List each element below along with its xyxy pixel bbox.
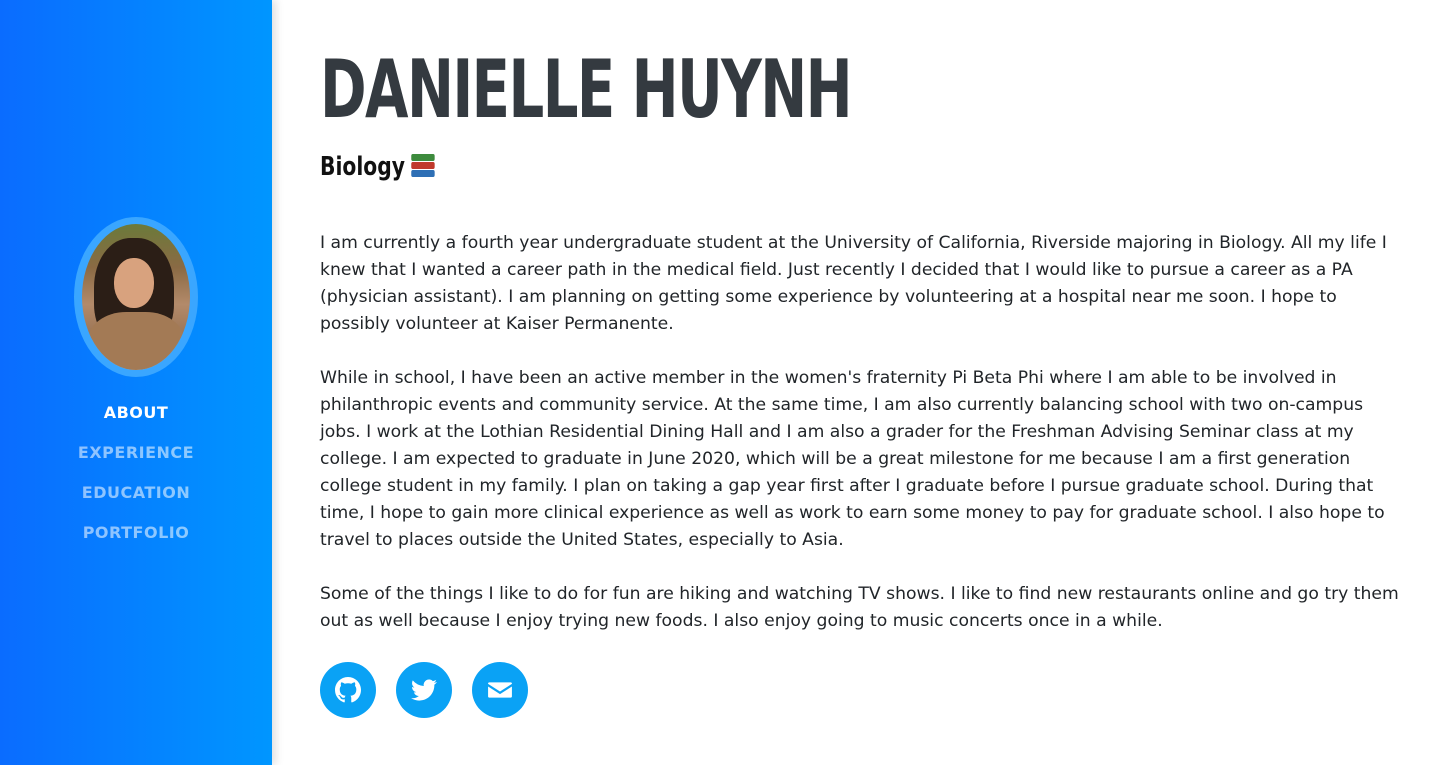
bio-paragraph: While in school, I have been an active m… [320, 368, 1385, 550]
twitter-icon [411, 679, 437, 701]
page-title: DANIELLE HUYNH [320, 43, 853, 136]
avatar [82, 224, 190, 370]
books-icon [410, 152, 437, 182]
subtitle: Biology [320, 152, 1162, 182]
social-links [320, 662, 1400, 718]
github-icon [335, 677, 361, 703]
github-button[interactable] [320, 662, 376, 718]
about-section: DANIELLE HUYNH Biology I am currently a … [320, 40, 1400, 718]
nav-item-education[interactable]: EDUCATION [0, 480, 272, 520]
nav-item-portfolio[interactable]: PORTFOLIO [0, 520, 272, 560]
bio: I am currently a fourth year undergradua… [320, 230, 1400, 635]
sidebar: ABOUT EXPERIENCE EDUCATION PORTFOLIO [0, 0, 272, 765]
envelope-icon [488, 682, 512, 698]
nav-item-experience[interactable]: EXPERIENCE [0, 440, 272, 480]
sidebar-nav: ABOUT EXPERIENCE EDUCATION PORTFOLIO [0, 400, 272, 560]
subtitle-text: Biology [320, 152, 405, 182]
avatar-frame [74, 217, 198, 377]
bio-paragraph: I am currently a fourth year undergradua… [320, 233, 1387, 334]
bio-paragraph: Some of the things I like to do for fun … [320, 584, 1399, 631]
email-button[interactable] [472, 662, 528, 718]
nav-item-about[interactable]: ABOUT [0, 400, 272, 440]
twitter-button[interactable] [396, 662, 452, 718]
